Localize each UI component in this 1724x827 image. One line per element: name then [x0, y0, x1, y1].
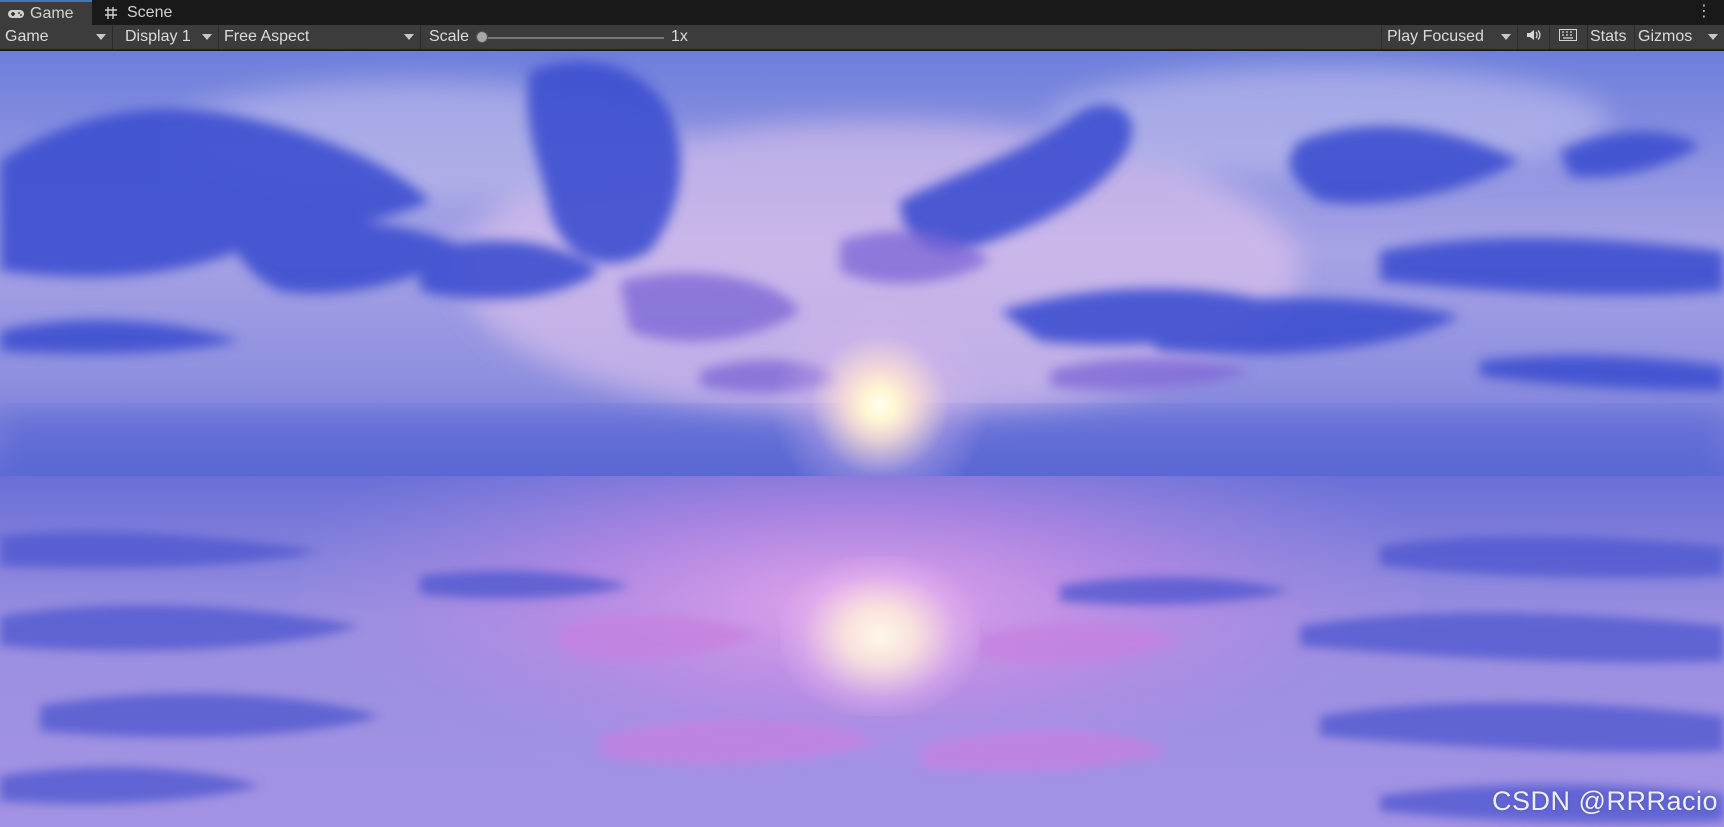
display-value: Display 1 [125, 28, 191, 45]
view-type-value: Game [5, 28, 49, 45]
tab-scene[interactable]: Scene [102, 0, 204, 25]
chevron-down-icon [404, 34, 414, 40]
gizmos-label: Gizmos [1638, 28, 1693, 45]
editor-tab-bar: Game Scene ⋮ [0, 0, 1724, 25]
gizmos-dropdown[interactable]: Gizmos [1635, 25, 1724, 49]
chevron-down-icon [96, 34, 106, 40]
view-type-dropdown[interactable]: Game [0, 25, 113, 49]
play-mode-dropdown[interactable]: Play Focused [1381, 25, 1518, 49]
mute-audio-toggle[interactable] [1518, 25, 1550, 49]
game-view-toolbar: Game Display 1 Free Aspect Scale 1x Play… [0, 25, 1724, 50]
sun-glitter [780, 556, 980, 716]
keyboard-icon [1559, 28, 1577, 46]
watermark: CSDN @RRRacio [1492, 786, 1718, 816]
aspect-dropdown[interactable]: Free Aspect [219, 25, 421, 49]
chevron-down-icon [1501, 34, 1511, 40]
scale-label: Scale [423, 25, 483, 49]
hash-grid-icon [104, 6, 122, 20]
speaker-icon [1526, 28, 1542, 47]
play-mode-value: Play Focused [1387, 28, 1484, 45]
aspect-value: Free Aspect [224, 28, 310, 45]
display-dropdown[interactable]: Display 1 [119, 25, 219, 49]
tab-game-label: Game [30, 4, 74, 22]
chevron-down-icon [1708, 34, 1718, 40]
stats-button[interactable]: Stats [1588, 25, 1635, 49]
stats-label: Stats [1590, 28, 1627, 45]
scale-slider-track[interactable] [482, 37, 664, 39]
scale-label-text: Scale [429, 28, 470, 45]
tab-game[interactable]: Game [0, 0, 92, 25]
gamepad-icon [7, 7, 25, 21]
keyboard-shortcuts-toggle[interactable] [1550, 25, 1588, 49]
scale-value: 1x [666, 25, 706, 49]
chevron-down-icon [202, 34, 212, 40]
scale-slider-thumb[interactable] [476, 31, 488, 43]
game-viewport[interactable]: CSDN @RRRacio [0, 51, 1724, 827]
scale-value-text: 1x [671, 28, 688, 45]
more-options-icon[interactable]: ⋮ [1696, 2, 1712, 22]
tab-scene-label: Scene [127, 3, 173, 21]
